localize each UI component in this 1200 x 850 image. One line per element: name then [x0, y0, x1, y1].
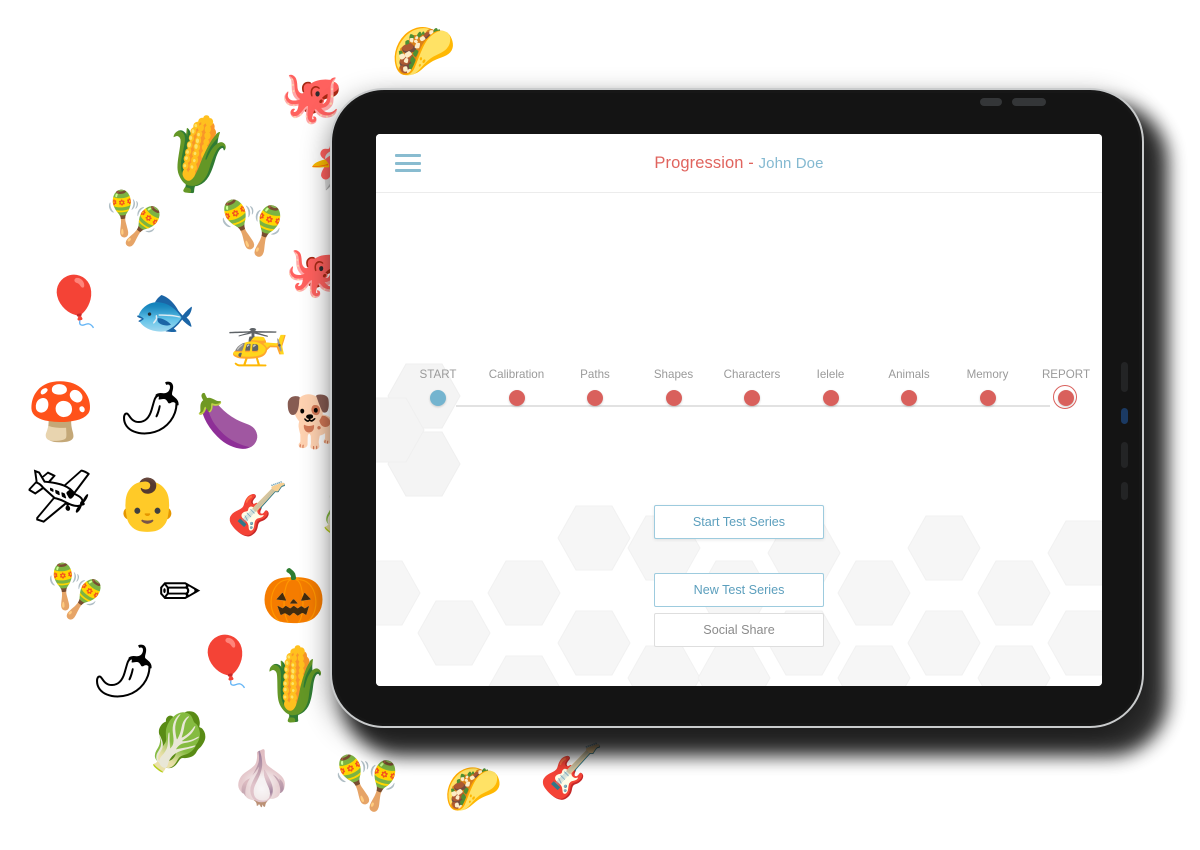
- hamburger-line-3: [395, 169, 421, 172]
- tablet-power-button: [1121, 482, 1128, 500]
- new-test-series-button[interactable]: New Test Series: [654, 573, 824, 607]
- octopus-icon: 🐙: [280, 68, 343, 125]
- hamburger-line-1: [395, 154, 421, 157]
- page-title-main: Progression: [654, 153, 744, 172]
- stepper-step-dot[interactable]: [901, 390, 917, 406]
- tablet-device: Progression - John Doe START Calibration…: [330, 88, 1168, 756]
- stepper-step-label: REPORT: [1041, 368, 1091, 381]
- stepper-step-report[interactable]: REPORT: [1011, 368, 1102, 409]
- tablet-side-button: [1121, 362, 1128, 392]
- corn-icon: 🌽: [151, 110, 244, 200]
- hamburger-menu-icon[interactable]: [395, 150, 423, 176]
- stepper-step-dot[interactable]: [587, 390, 603, 406]
- hot-air-balloon-icon: 🎈: [195, 635, 256, 689]
- pumpkin-icon: 🎃: [261, 568, 326, 626]
- tablet-camera: [980, 98, 1002, 106]
- tablet-speaker-grille: [1012, 98, 1046, 106]
- baby-carriage-icon: 👶: [116, 476, 179, 533]
- chili-pepper-icon: 🌶: [118, 380, 185, 438]
- maraca-icon: 🪇: [94, 185, 168, 255]
- garlic-icon: 🧄: [229, 750, 294, 808]
- tablet-side-indicator: [1121, 408, 1128, 424]
- stepper-step-dot[interactable]: [1053, 385, 1077, 409]
- maraca-icon: 🪇: [35, 558, 109, 628]
- stepper-step-dot[interactable]: [822, 390, 839, 406]
- social-share-button[interactable]: Social Share: [654, 613, 824, 647]
- mushroom-icon: 🍄: [26, 380, 96, 443]
- hot-air-balloon-icon: 🎈: [44, 275, 105, 329]
- stepper-step-dot[interactable]: [508, 390, 525, 406]
- start-test-series-button[interactable]: Start Test Series: [654, 505, 824, 539]
- page-title-user: John Doe: [758, 154, 824, 172]
- sombrero-icon: 🌮: [391, 23, 456, 81]
- stepper-track: START Calibration Paths Shapes Characters Iel…: [420, 368, 1090, 420]
- sombrero-icon: 🌮: [444, 763, 503, 815]
- helicopter-icon: 🚁: [226, 310, 289, 367]
- app-content: START Calibration Paths Shapes Characters Iel…: [376, 193, 1102, 686]
- tablet-volume-button: [1121, 442, 1128, 468]
- airship-icon: 🛩: [26, 468, 93, 526]
- corn-icon: 🌽: [250, 640, 341, 730]
- maracas-icon: 🪇: [334, 755, 399, 813]
- screenshot-stage: 🌮🐙🌽🐔🪇🪇🐙🎈🐟🚁🍄🌶🍆🐕🛩👶🎸🥬🪇✏🎃🌶🎈🌽🥬🧄🪇🌮🎸: [0, 0, 1200, 850]
- fish-icon: 🐟: [133, 283, 196, 340]
- action-buttons: Start Test Series New Test Series Social…: [654, 505, 824, 647]
- page-title: Progression - John Doe: [376, 154, 1102, 173]
- app-header: Progression - John Doe: [376, 134, 1102, 193]
- tablet-screen: Progression - John Doe START Calibration…: [376, 134, 1102, 686]
- stepper-step-dot[interactable]: [744, 390, 760, 406]
- chili-pepper-icon: 🌶: [91, 643, 158, 701]
- page-title-separator: -: [743, 153, 759, 172]
- cabbage-icon: 🥬: [144, 710, 214, 773]
- stepper-step-dot[interactable]: [979, 390, 996, 406]
- progression-stepper: START Calibration Paths Shapes Characters Iel…: [420, 368, 1090, 420]
- eggplant-icon: 🍆: [196, 393, 261, 451]
- maracas-icon: 🪇: [219, 200, 284, 258]
- stepper-step-dot[interactable]: [430, 390, 446, 406]
- hamburger-line-2: [395, 161, 421, 165]
- guitar-icon: 🎸: [226, 480, 289, 537]
- marker-icon: ✏: [158, 563, 202, 620]
- stepper-step-dot[interactable]: [665, 390, 682, 406]
- tablet-frame: Progression - John Doe START Calibration…: [330, 88, 1144, 728]
